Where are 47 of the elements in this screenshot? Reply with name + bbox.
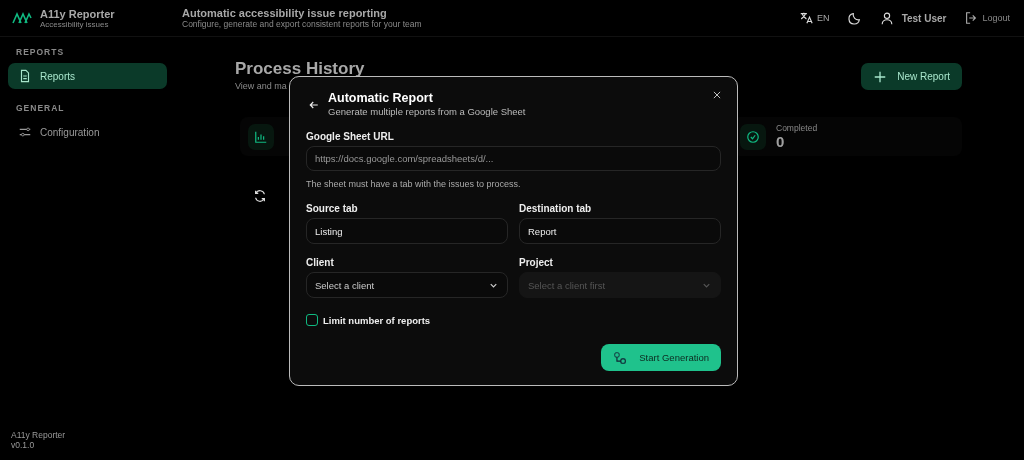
refresh-icon xyxy=(253,189,267,203)
moon-icon[interactable] xyxy=(847,11,862,25)
back-arrow-icon[interactable] xyxy=(308,99,320,111)
section-heading: REPORTS xyxy=(15,47,66,57)
check-circle-icon xyxy=(746,129,760,144)
page-subtitle: View and ma xyxy=(235,81,288,91)
translate-icon xyxy=(799,11,814,25)
stat-value: 0 xyxy=(776,133,786,150)
start-generation-button[interactable]: Start Generation xyxy=(601,344,721,371)
section-heading: GENERAL xyxy=(15,103,66,113)
sidebar-item[interactable]: Configuration xyxy=(8,119,167,145)
sidebar-item[interactable]: Reports xyxy=(8,63,167,89)
user-name: Test User xyxy=(901,12,947,24)
checkbox-label: Limit number of reports xyxy=(323,314,431,326)
field-label: Client xyxy=(306,257,335,268)
document-icon xyxy=(18,69,32,83)
field-label: Destination tab xyxy=(519,203,593,214)
app-tagline: Accessibility issues xyxy=(40,19,109,29)
close-icon[interactable] xyxy=(712,90,722,100)
select-field[interactable]: Select a client xyxy=(306,272,508,298)
app-name: A11y Reporter xyxy=(40,7,115,20)
logout-icon xyxy=(964,11,979,25)
field-label: Source tab xyxy=(306,203,359,214)
new-report-button[interactable]: New Report xyxy=(861,63,962,90)
dialog-subtitle: Generate multiple reports from a Google Sheet xyxy=(328,106,526,117)
user-icon xyxy=(879,11,894,25)
stat-label: Completed xyxy=(776,123,818,133)
header-subtitle: Configure, generate and export consistent reports for your team xyxy=(182,19,423,29)
field-label: Project xyxy=(519,257,554,268)
text-field[interactable]: Report xyxy=(519,218,721,244)
logout-button[interactable]: Logout xyxy=(964,11,1010,25)
field-hint: The sheet must have a tab with the issues to process. xyxy=(306,179,522,189)
header-title: Automatic accessibility issue reporting xyxy=(182,7,388,19)
text-field[interactable]: Listing xyxy=(306,218,508,244)
checkbox[interactable] xyxy=(306,314,318,326)
footer-app-name: A11y Reporter xyxy=(11,430,67,440)
language-button[interactable]: EN xyxy=(799,11,830,25)
logo-icon xyxy=(12,12,32,24)
page-title: Process History xyxy=(235,59,365,79)
bar-chart-icon xyxy=(254,129,268,144)
field-label: Google Sheet URL xyxy=(306,131,395,142)
plus-icon xyxy=(873,69,888,84)
link-nodes-icon xyxy=(613,350,628,365)
url-field[interactable]: https://docs.google.com/spreadsheets/d/... xyxy=(306,146,721,171)
dialog-title: Automatic Report xyxy=(328,91,434,105)
sliders-icon xyxy=(18,125,32,139)
footer-version: v0.1.0 xyxy=(11,440,36,450)
